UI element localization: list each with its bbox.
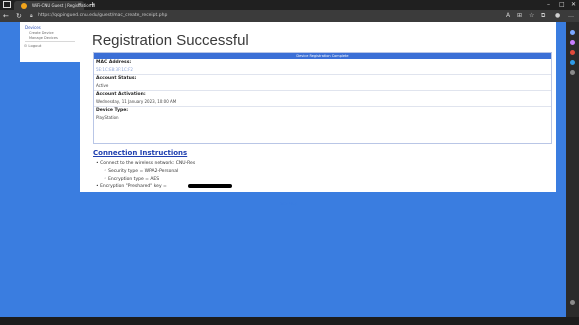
- new-tab-button[interactable]: +: [89, 0, 96, 10]
- favorites-icon[interactable]: ☆: [529, 11, 534, 21]
- close-window-button[interactable]: ✕: [571, 0, 576, 10]
- nav-manage-devices[interactable]: Manage Devices: [29, 36, 58, 40]
- box-header: Device Registration Complete: [94, 53, 551, 59]
- device-type-label: Device Type:: [96, 108, 129, 113]
- status-value: Active: [96, 83, 109, 88]
- add-sidebar-icon[interactable]: [570, 70, 575, 75]
- more-menu-icon[interactable]: …: [568, 11, 574, 21]
- profile-icon[interactable]: ●: [555, 11, 560, 21]
- url-field[interactable]: https://qqpingued.cnu.edu/guest/mac_crea…: [38, 12, 167, 20]
- logout-label: Logout: [28, 43, 42, 48]
- row-divider: [94, 106, 551, 107]
- browser-sidebar: [566, 22, 579, 317]
- main-content: Registration Successful Device Registrat…: [80, 22, 556, 206]
- registration-details-box: Device Registration Complete MAC Address…: [93, 52, 552, 144]
- lock-icon[interactable]: 🔒︎: [30, 12, 33, 20]
- mac-label: MAC Address:: [96, 60, 132, 65]
- extensions-icon[interactable]: ⊞: [517, 11, 522, 21]
- copilot-icon[interactable]: [570, 40, 575, 45]
- device-type-value: PlayStation: [96, 115, 119, 120]
- tab-title: WiFi-CNU Guest | Registration S: [32, 3, 96, 8]
- connection-instructions-heading[interactable]: Connection Instructions: [93, 149, 187, 157]
- instruction-encryption-type: ◦ Encryption type = AES: [104, 177, 160, 182]
- activation-label: Account Activation:: [96, 92, 146, 97]
- instruction-network: • Connect to the wireless network: CNU-R…: [96, 161, 196, 166]
- search-icon[interactable]: [570, 30, 575, 35]
- read-aloud-icon[interactable]: A: [506, 11, 510, 21]
- minimize-button[interactable]: –: [547, 0, 550, 10]
- back-icon[interactable]: ←: [3, 10, 9, 22]
- activation-value: Wednesday, 11 January 2023, 10:00 AM: [96, 99, 177, 104]
- browser-tab[interactable]: WiFi-CNU Guest | Registration S ✕: [14, 1, 95, 10]
- redacted-key: [188, 184, 232, 188]
- tab-close-icon[interactable]: ✕: [78, 2, 82, 8]
- row-divider: [94, 74, 551, 75]
- page-title: Registration Successful: [92, 32, 249, 49]
- maximize-button[interactable]: □: [559, 0, 565, 10]
- tab-bar: WiFi-CNU Guest | Registration S ✕ + – □ …: [0, 0, 579, 10]
- nav-logout[interactable]: ⊙ Logout: [24, 43, 41, 48]
- sidebar-settings-icon[interactable]: [570, 300, 575, 305]
- collections-icon[interactable]: ⧉: [541, 11, 545, 21]
- nav-divider: [25, 41, 75, 42]
- left-navigation: Devices Create Device Manage Devices ⊙ L…: [20, 22, 80, 62]
- mac-value: 5E:1C:E8:3F:1C:F2: [96, 67, 133, 72]
- outlook-icon[interactable]: [570, 60, 575, 65]
- instruction-preshared-key: • Encryption "Preshared" key =: [96, 184, 167, 189]
- site-map-link[interactable]: Site Map: [280, 201, 297, 206]
- instruction-security-type: ◦ Security type = WPA2-Personal: [104, 169, 179, 174]
- window-menu-icon[interactable]: [3, 1, 11, 8]
- nav-devices[interactable]: Devices: [25, 25, 41, 30]
- address-bar: ← ↻ 🔒︎ https://qqpingued.cnu.edu/guest/m…: [0, 10, 579, 22]
- favicon-icon: [21, 3, 27, 9]
- page-viewport: Devices Create Device Manage Devices ⊙ L…: [0, 22, 566, 317]
- office-icon[interactable]: [570, 50, 575, 55]
- status-label: Account Status:: [96, 76, 137, 81]
- refresh-icon[interactable]: ↻: [16, 10, 22, 22]
- taskbar: [0, 317, 579, 325]
- nav-create-device[interactable]: Create Device: [29, 31, 54, 35]
- row-divider: [94, 90, 551, 91]
